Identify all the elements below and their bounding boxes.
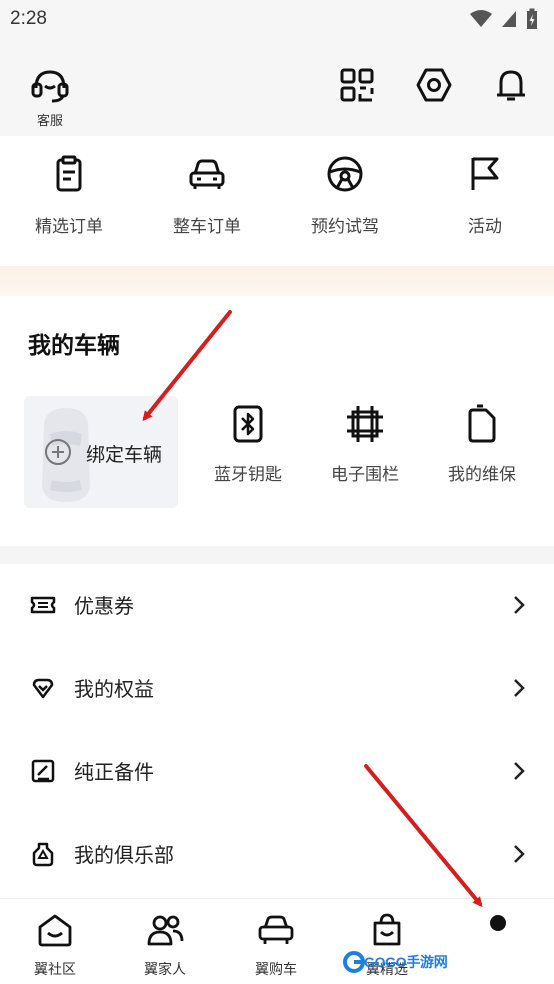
- bluetooth-icon: [233, 405, 263, 443]
- people-icon: [147, 915, 184, 946]
- bind-vehicle-button[interactable]: 绑定车辆: [24, 396, 178, 508]
- menu-list: 优惠券 我的权益 纯正备件 我的俱乐部: [0, 564, 554, 896]
- club-icon: [32, 842, 54, 867]
- tab-family[interactable]: 翼家人: [120, 913, 210, 979]
- quick-item-label: 整车订单: [173, 217, 241, 237]
- quick-item-test-drive[interactable]: 预约试驾: [290, 154, 400, 237]
- watermark-logo: GOGO手游网: [342, 946, 450, 978]
- diamond-icon: [32, 678, 54, 699]
- section-title: 我的车辆: [28, 333, 120, 359]
- feature-bluetooth-key[interactable]: 蓝牙钥匙: [188, 404, 308, 485]
- tab-label: 翼购车: [255, 962, 297, 978]
- tab-label: 翼社区: [34, 962, 76, 978]
- flag-icon: [471, 157, 499, 190]
- menu-item-genuine-parts[interactable]: 纯正备件: [0, 730, 554, 813]
- feature-label: 蓝牙钥匙: [214, 465, 282, 485]
- section-divider: [0, 266, 554, 296]
- signal-icon: [502, 11, 516, 27]
- feature-label: 电子围栏: [331, 465, 399, 485]
- menu-item-label: 优惠券: [74, 594, 134, 618]
- quick-item-events[interactable]: 活动: [430, 154, 540, 237]
- maintenance-icon: [468, 404, 496, 443]
- qr-code-icon[interactable]: [339, 67, 375, 103]
- menu-item-my-benefits[interactable]: 我的权益: [0, 647, 554, 730]
- quick-item-label: 精选订单: [35, 217, 103, 237]
- chevron-right-icon: [514, 845, 525, 863]
- car-front-icon: [189, 159, 225, 189]
- fence-icon: [347, 406, 383, 442]
- chevron-right-icon: [514, 762, 525, 780]
- car-icon: [258, 915, 294, 944]
- settings-hex-icon[interactable]: [416, 67, 452, 103]
- wifi-icon: [470, 10, 492, 27]
- top-bar: 客服: [0, 40, 554, 136]
- quick-item-label: 活动: [468, 217, 502, 237]
- watermark-ring-icon: [343, 951, 365, 973]
- tab-buy-car[interactable]: 翼购车: [231, 913, 321, 979]
- menu-item-my-club[interactable]: 我的俱乐部: [0, 813, 554, 896]
- customer-service-button[interactable]: 客服: [28, 66, 72, 129]
- status-icons: [470, 8, 538, 30]
- ticket-icon: [30, 596, 56, 614]
- steering-wheel-icon: [327, 156, 363, 192]
- community-icon: [38, 914, 72, 947]
- quick-item-selected-orders[interactable]: 精选订单: [14, 154, 124, 237]
- quick-item-vehicle-orders[interactable]: 整车订单: [152, 154, 262, 237]
- status-bar: 2:28: [0, 0, 554, 40]
- chevron-right-icon: [514, 596, 525, 614]
- headset-icon: [31, 70, 69, 103]
- parts-icon: [31, 759, 55, 783]
- bottom-tab-bar: 翼社区 翼家人 翼购车 翼精选: [0, 898, 554, 984]
- section-gap: [0, 546, 554, 564]
- quick-item-label: 预约试驾: [311, 217, 379, 237]
- status-time: 2:28: [10, 8, 47, 29]
- customer-service-label: 客服: [36, 114, 63, 129]
- menu-item-label: 我的俱乐部: [74, 843, 174, 867]
- quick-actions: 精选订单 整车订单 预约试驾 活动: [0, 136, 554, 266]
- chevron-right-icon: [514, 679, 525, 697]
- bind-vehicle-label: 绑定车辆: [86, 444, 163, 466]
- feature-label: 我的维保: [448, 465, 516, 485]
- tab-community[interactable]: 翼社区: [10, 913, 100, 979]
- shopping-bag-icon: [373, 913, 401, 946]
- clipboard-icon: [56, 155, 82, 192]
- my-vehicle-section: 我的车辆 绑定车辆 蓝牙钥匙 电子围栏 我的维保: [0, 296, 554, 546]
- tab-my-profile-dot[interactable]: [490, 915, 506, 931]
- plus-circle-icon: [45, 439, 71, 465]
- tab-label: 翼家人: [144, 962, 186, 978]
- menu-item-coupons[interactable]: 优惠券: [0, 564, 554, 647]
- battery-icon: [527, 8, 537, 29]
- feature-geo-fence[interactable]: 电子围栏: [305, 404, 425, 485]
- menu-item-label: 纯正备件: [74, 760, 154, 784]
- notification-bell-icon[interactable]: [493, 67, 529, 103]
- watermark-text: GOGO手游网: [364, 954, 448, 970]
- menu-item-label: 我的权益: [74, 677, 154, 701]
- feature-maintenance[interactable]: 我的维保: [422, 404, 542, 485]
